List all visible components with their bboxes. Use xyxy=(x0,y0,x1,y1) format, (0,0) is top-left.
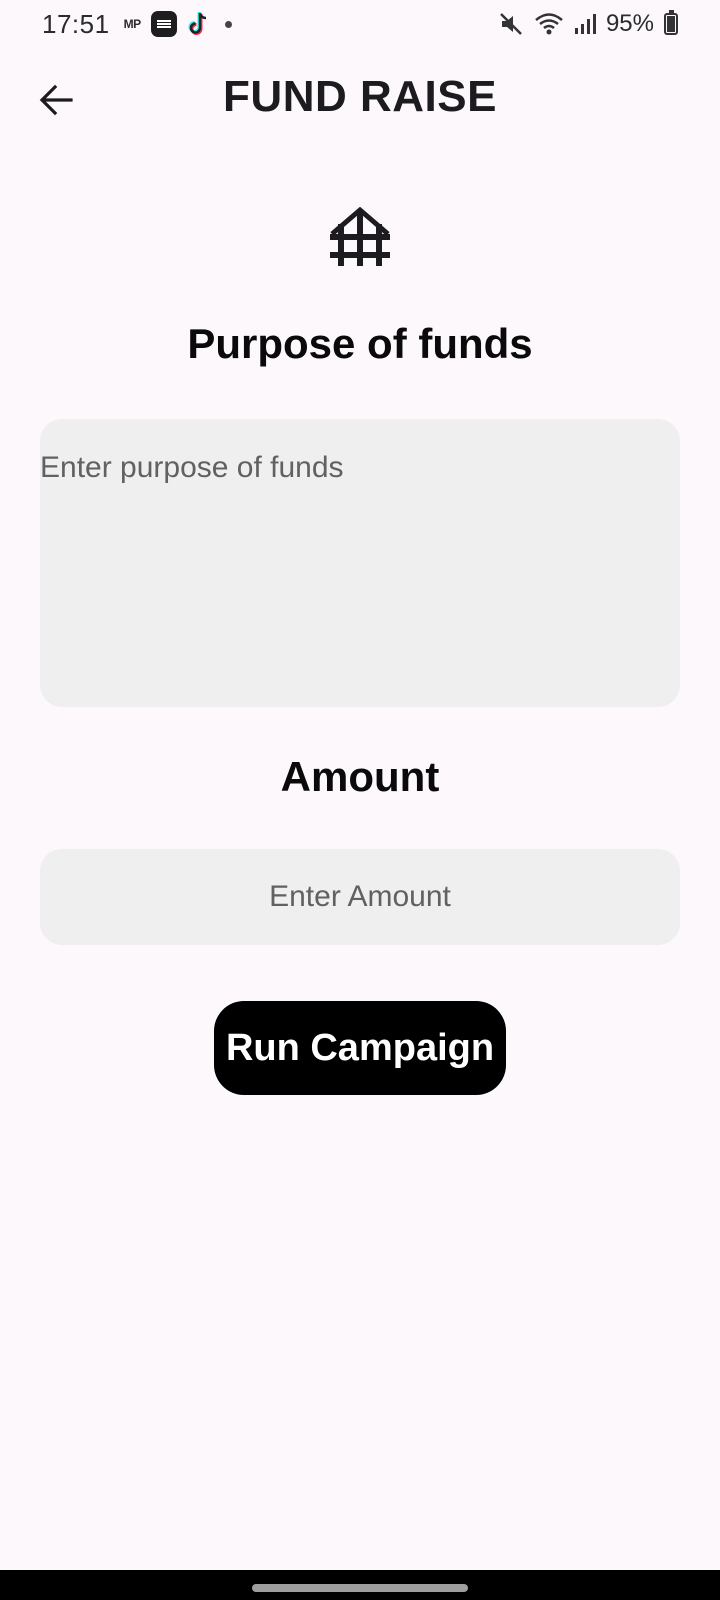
purpose-input[interactable] xyxy=(40,419,680,707)
temple-icon xyxy=(330,206,390,266)
status-time: 17:51 xyxy=(42,8,110,39)
fund-raise-screen: 17:51 MP 95% FUND RAISE Purpose of funds… xyxy=(0,0,720,1600)
signal-icon xyxy=(574,14,596,34)
page-title: FUND RAISE xyxy=(223,72,497,121)
amount-input[interactable] xyxy=(40,849,680,945)
dot-icon xyxy=(224,20,232,28)
battery-percent: 95% xyxy=(605,10,654,37)
status-bar: 17:51 MP 95% xyxy=(0,0,720,48)
tiktok-icon xyxy=(188,12,206,35)
home-indicator[interactable] xyxy=(252,1584,468,1592)
wifi-icon xyxy=(535,13,563,35)
battery-icon xyxy=(664,10,678,35)
purpose-label: Purpose of funds xyxy=(187,320,533,367)
app-bar: FUND RAISE xyxy=(0,58,720,142)
app-badge-icon xyxy=(150,11,177,37)
mute-icon xyxy=(500,13,522,35)
status-left: 17:51 MP xyxy=(42,9,232,40)
status-right: 95% xyxy=(498,10,678,38)
amount-label: Amount xyxy=(280,753,440,800)
carrier-badge: MP xyxy=(123,17,142,31)
navigation-bar xyxy=(0,1570,720,1600)
run-campaign-button[interactable]: Run Campaign xyxy=(214,1001,506,1095)
